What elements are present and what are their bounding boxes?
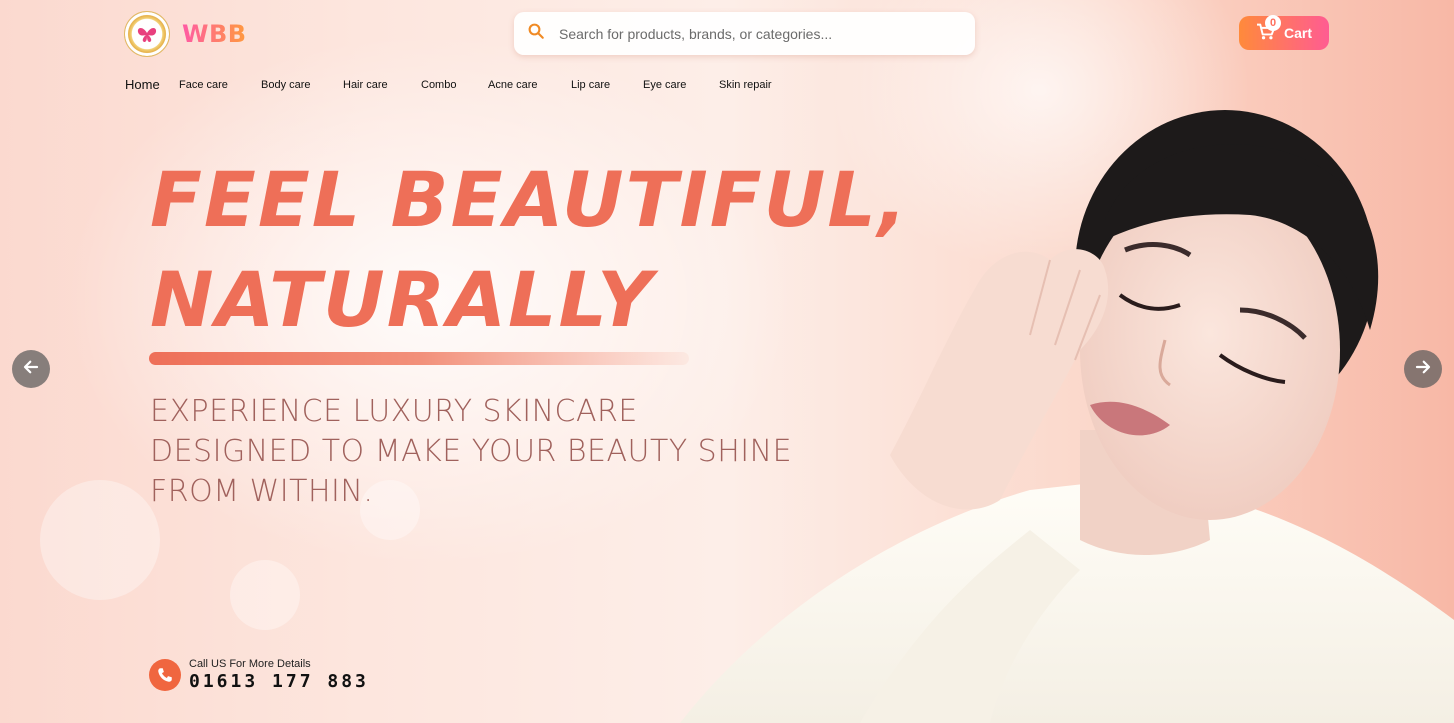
cart-button[interactable]: 0 Cart xyxy=(1239,15,1329,50)
nav-item-skin-repair[interactable]: Skin repair xyxy=(719,79,799,91)
search-bar[interactable] xyxy=(514,12,975,55)
background-bokeh xyxy=(230,560,300,630)
nav-item-acne-care[interactable]: Acne care xyxy=(488,79,571,91)
brand-name: WBB xyxy=(182,20,247,48)
headline-underline xyxy=(149,352,689,365)
phone-icon[interactable] xyxy=(149,659,181,691)
nav-item-hair-care[interactable]: Hair care xyxy=(343,79,421,91)
hero-headline: FEEL BEAUTIFUL, NATURALLY xyxy=(150,150,909,350)
background-bokeh xyxy=(40,480,160,600)
butterfly-icon xyxy=(124,11,170,57)
carousel-prev-button[interactable] xyxy=(12,350,50,388)
hero-headline-line-1: FEEL BEAUTIFUL, xyxy=(150,155,909,244)
nav-item-eye-care[interactable]: Eye care xyxy=(643,79,719,91)
nav-item-lip-care[interactable]: Lip care xyxy=(571,79,643,91)
nav-item-body-care[interactable]: Body care xyxy=(261,79,343,91)
brand-logo[interactable]: WBB xyxy=(124,11,247,57)
main-nav: Home Face care Body care Hair care Combo… xyxy=(125,77,799,92)
carousel-next-button[interactable] xyxy=(1404,350,1442,388)
arrow-left-icon xyxy=(22,358,40,381)
cart-label: Cart xyxy=(1283,25,1312,41)
contact-label: Call US For More Details xyxy=(189,658,311,670)
contact-phone[interactable]: 01613 177 883 xyxy=(189,671,369,692)
arrow-right-icon xyxy=(1414,358,1432,381)
search-icon xyxy=(527,22,545,45)
hero-headline-line-2: NATURALLY xyxy=(150,255,655,344)
contact-block: Call US For More Details 01613 177 883 xyxy=(149,658,369,692)
nav-item-home[interactable]: Home xyxy=(125,77,179,92)
hero-subtext-line-1: EXPERIENCE LUXURY SKINCARE xyxy=(150,394,638,429)
search-input[interactable] xyxy=(559,25,949,42)
cart-count-badge: 0 xyxy=(1265,15,1281,31)
nav-item-face-care[interactable]: Face care xyxy=(179,79,261,91)
nav-item-combo[interactable]: Combo xyxy=(421,79,488,91)
hero-subtext: EXPERIENCE LUXURY SKINCARE DESIGNED TO M… xyxy=(150,392,850,512)
hero-subtext-line-2: DESIGNED TO MAKE YOUR BEAUTY SHINE xyxy=(150,434,793,469)
hero-subtext-line-3: FROM WITHIN. xyxy=(150,474,374,509)
